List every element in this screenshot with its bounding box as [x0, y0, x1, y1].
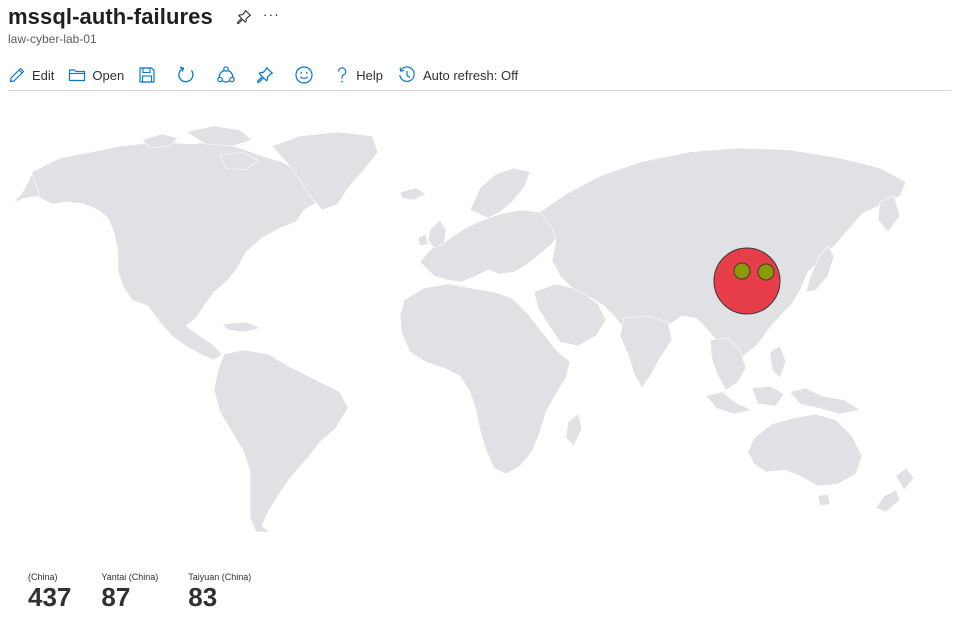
- pencil-icon: [8, 66, 26, 84]
- pin-icon[interactable]: [235, 8, 253, 26]
- stat-value: 87: [101, 582, 131, 612]
- more-options-icon[interactable]: ···: [263, 7, 280, 21]
- feedback-button[interactable]: [294, 61, 314, 89]
- pin-icon: [256, 66, 274, 84]
- help-label: Help: [356, 67, 383, 83]
- stat-tile[interactable]: Yantai (China) 87: [101, 571, 158, 611]
- share-button[interactable]: [216, 61, 236, 89]
- arctic-islands-land: [185, 125, 253, 147]
- save-button[interactable]: [138, 61, 156, 89]
- refresh-icon: [176, 65, 196, 85]
- north-america-land: [29, 141, 319, 361]
- indonesia-land: [705, 391, 753, 415]
- auto-refresh-button[interactable]: Auto refresh: Off: [397, 61, 518, 89]
- stat-value: 437: [28, 582, 72, 612]
- australia-land: [747, 413, 863, 487]
- map-markers[interactable]: [713, 247, 781, 315]
- marker-china[interactable]: [713, 247, 781, 315]
- toolbar: Edit Open Help Auto refresh: Off: [8, 60, 951, 91]
- open-label: Open: [92, 67, 125, 83]
- stat-tile[interactable]: (China) 437: [28, 571, 71, 611]
- philippines-land: [769, 345, 787, 379]
- uk-land: [427, 219, 447, 249]
- help-button[interactable]: Help: [334, 61, 383, 89]
- stat-value: 83: [188, 582, 218, 612]
- resource-name: law-cyber-lab-01: [8, 32, 97, 46]
- edit-button[interactable]: Edit: [8, 61, 54, 89]
- share-icon: [216, 65, 236, 85]
- question-mark-icon: [334, 66, 350, 84]
- folder-icon: [68, 66, 86, 84]
- refresh-button[interactable]: [176, 61, 196, 89]
- workbook-page: mssql-auth-failures ··· law-cyber-lab-01…: [0, 0, 959, 624]
- caribbean-land: [221, 321, 261, 333]
- save-icon: [138, 66, 156, 84]
- page-title: mssql-auth-failures: [8, 4, 213, 29]
- stats-row: (China) 437 Yantai (China) 87 Taiyuan (C…: [28, 571, 281, 611]
- marker-yantai[interactable]: [757, 263, 775, 281]
- smiley-icon: [294, 65, 314, 85]
- new-zealand-land: [895, 467, 915, 491]
- iceland-land: [399, 187, 427, 201]
- south-america-land: [213, 349, 349, 533]
- europe-land: [419, 209, 561, 283]
- open-button[interactable]: Open: [68, 61, 124, 89]
- auto-refresh-label: Auto refresh: Off: [422, 67, 519, 83]
- madagascar-land: [565, 413, 583, 447]
- title-row: mssql-auth-failures ···: [8, 2, 280, 32]
- kamchatka-land: [877, 195, 901, 233]
- stat-tile[interactable]: Taiyuan (China) 83: [188, 571, 251, 611]
- world-map[interactable]: [0, 92, 959, 552]
- marker-taiyuan[interactable]: [733, 262, 751, 280]
- india-land: [619, 315, 673, 389]
- edit-label: Edit: [32, 67, 55, 83]
- history-icon: [397, 65, 417, 85]
- pin-to-dashboard-button[interactable]: [256, 61, 274, 89]
